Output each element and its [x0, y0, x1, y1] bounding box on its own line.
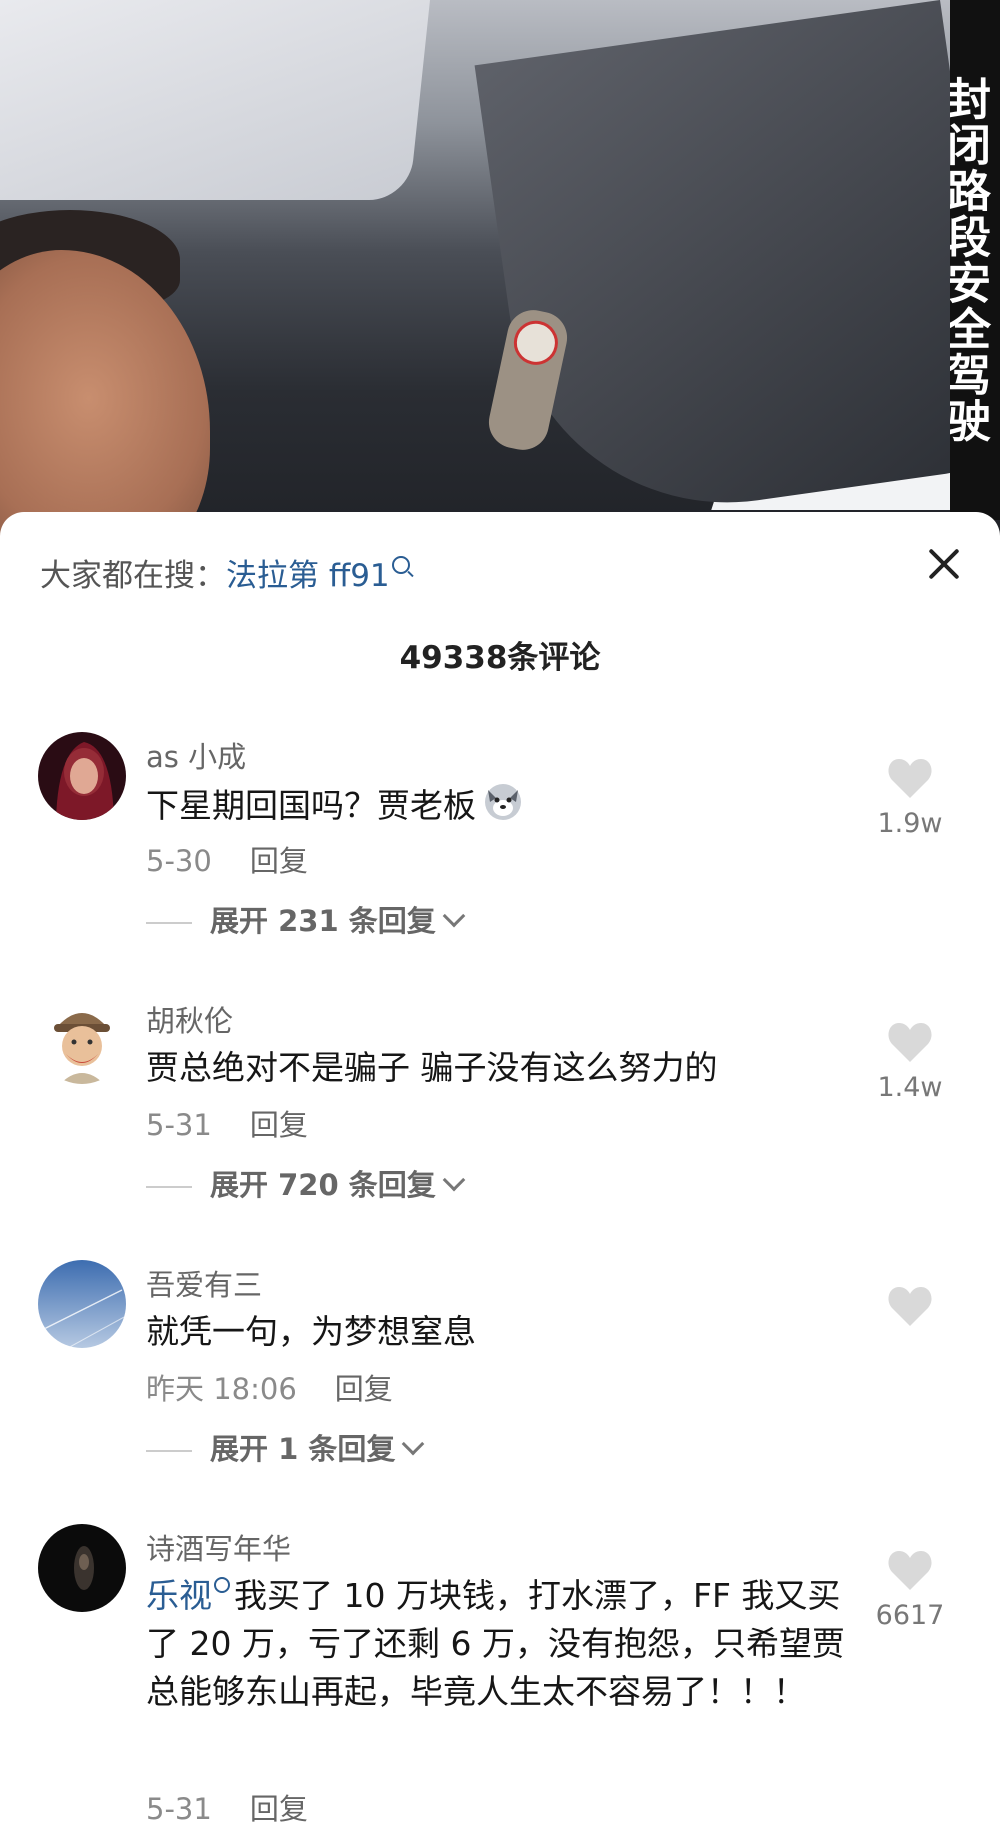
search-icon [391, 556, 410, 574]
comment-username[interactable]: 胡秋伦 [146, 998, 233, 1040]
divider-line [146, 922, 192, 924]
expand-replies-button[interactable]: 展开 1 条回复 [146, 1426, 425, 1468]
comment-username[interactable]: 诗酒写年华 [146, 1526, 291, 1568]
heart-icon [888, 1023, 932, 1062]
like-count: 1.9w [877, 808, 943, 839]
avatar[interactable] [38, 1524, 126, 1612]
comment-search-link[interactable]: 乐视 [146, 1576, 212, 1615]
comment-meta: 5-31 回复 [146, 1786, 308, 1828]
chevron-down-icon [442, 904, 466, 928]
expand-replies-button[interactable]: 展开 720 条回复 [146, 1162, 466, 1204]
comment-text: 下星期回国吗？贾老板 [146, 780, 846, 835]
comment-username[interactable]: as 小成 [146, 734, 246, 776]
chevron-down-icon [442, 1168, 466, 1192]
video-sun-visor [474, 0, 1000, 531]
reply-button[interactable]: 回复 [250, 1108, 308, 1142]
video-frame: 封闭路段安全驾驶 [0, 0, 1000, 560]
divider-line [146, 1186, 192, 1188]
comment-count: 49338条评论 [399, 640, 601, 676]
like-count: 1.4w [877, 1072, 943, 1103]
search-suggestion[interactable]: 大家都在搜：法拉第 ff91 [40, 550, 410, 595]
like-button[interactable]: 1.9w [860, 756, 960, 839]
reply-button[interactable]: 回复 [335, 1372, 393, 1406]
comment-text: 就凭一句，为梦想窒息 [146, 1312, 476, 1351]
search-suggestion-term[interactable]: 法拉第 ff91 [226, 558, 390, 594]
comment-date: 昨天 18:06 [146, 1372, 297, 1406]
expand-replies-label: 展开 1 条回复 [210, 1432, 396, 1466]
video-side-title: 封闭路段安全驾驶 [950, 0, 1000, 520]
avatar[interactable] [38, 1260, 126, 1348]
reply-button[interactable]: 回复 [250, 844, 308, 878]
comment-date: 5-31 [146, 1108, 212, 1142]
comment-date: 5-30 [146, 844, 212, 878]
comment-meta: 5-31 回复 [146, 1102, 308, 1144]
comment-username[interactable]: 吾爱有三 [146, 1262, 262, 1304]
expand-replies-label: 展开 720 条回复 [210, 1168, 436, 1202]
husky-emoji-icon [482, 780, 524, 835]
expand-replies-label: 展开 231 条回复 [210, 904, 436, 938]
search-icon [214, 1577, 230, 1593]
comment-date: 5-31 [146, 1792, 212, 1826]
like-button[interactable]: 1.4w [860, 1020, 960, 1103]
search-suggestion-prefix: 大家都在搜： [40, 558, 226, 594]
video-sunroof [0, 0, 430, 200]
comment-text-body: 我买了 10 万块钱，打水漂了，FF 我又买了 20 万，亏了还剩 6 万，没有… [146, 1576, 845, 1711]
chevron-down-icon [402, 1432, 425, 1456]
divider-line [146, 1450, 192, 1452]
avatar[interactable] [38, 732, 126, 820]
heart-icon [888, 1551, 932, 1590]
comment-text-body: 下星期回国吗？贾老板 [146, 786, 476, 825]
expand-replies-button[interactable]: 展开 231 条回复 [146, 898, 466, 940]
like-button[interactable] [860, 1284, 960, 1336]
like-count: 6617 [875, 1600, 945, 1631]
heart-icon [888, 1287, 932, 1326]
comment-sheet: 大家都在搜：法拉第 ff91 49338条评论 as 小成 下星期回国吗？贾老板… [0, 512, 1000, 1837]
close-icon[interactable] [924, 544, 964, 584]
comment-text: 贾总绝对不是骗子 骗子没有这么努力的 [146, 1048, 718, 1087]
heart-icon [888, 759, 932, 798]
reply-button[interactable]: 回复 [250, 1792, 308, 1826]
comment-meta: 昨天 18:06 回复 [146, 1366, 393, 1408]
avatar[interactable] [38, 996, 126, 1084]
comment-meta: 5-30 回复 [146, 838, 308, 880]
like-button[interactable]: 6617 [860, 1548, 960, 1631]
comment-text: 乐视 我买了 10 万块钱，打水漂了，FF 我又买了 20 万，亏了还剩 6 万，… [146, 1572, 858, 1716]
